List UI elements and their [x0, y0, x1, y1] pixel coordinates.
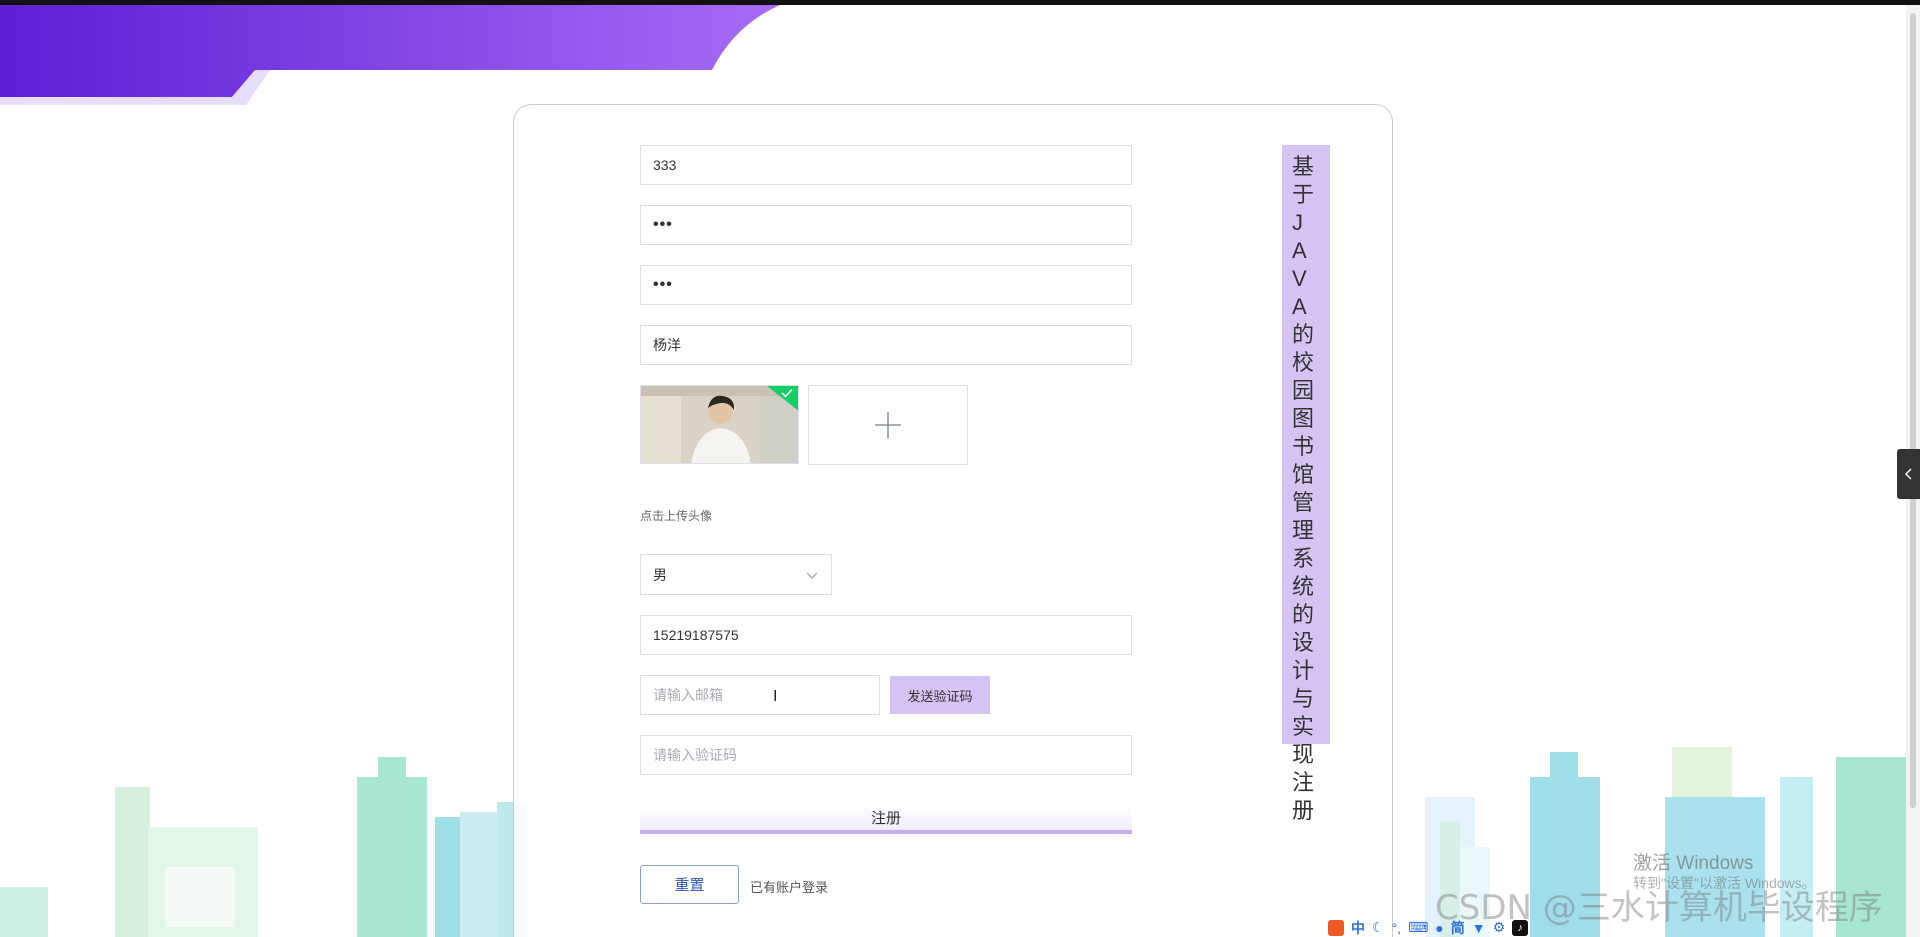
verification-code-input[interactable]: 请输入验证码: [640, 735, 1132, 775]
username-value: 333: [653, 157, 677, 173]
ime-simplified-mode[interactable]: 简: [1451, 918, 1465, 937]
register-button[interactable]: 注册: [640, 804, 1132, 834]
check-icon: [781, 388, 793, 398]
side-panel-toggle[interactable]: [1897, 449, 1920, 499]
login-link[interactable]: 已有账户登录: [750, 877, 828, 896]
name-value: 杨洋: [653, 337, 681, 353]
ime-tray: 中 ☾ °, ⌨ ● 简 ▼ ⚙ ♪: [1328, 918, 1529, 937]
upload-avatar-hint: 点击上传头像: [640, 509, 713, 523]
gear-icon[interactable]: ⚙: [1493, 919, 1506, 936]
plus-icon: [875, 412, 901, 438]
username-input[interactable]: 333: [640, 145, 1132, 185]
avatar-preview[interactable]: [640, 385, 799, 464]
password-input[interactable]: •••: [640, 205, 1132, 245]
code-placeholder: 请输入验证码: [653, 747, 737, 763]
email-placeholder: 请输入邮箱: [653, 687, 723, 703]
confirm-password-input[interactable]: •••: [640, 265, 1132, 305]
chevron-down-icon: [806, 572, 818, 579]
keyboard-icon[interactable]: ⌨: [1408, 919, 1428, 936]
text-cursor-icon: I: [773, 688, 778, 705]
user-icon[interactable]: ●: [1435, 920, 1443, 936]
ime-chinese-mode[interactable]: 中: [1351, 918, 1365, 937]
avatar-photo: [641, 386, 798, 463]
gender-select[interactable]: 男: [640, 554, 832, 595]
header-banner: [0, 5, 780, 105]
tiktok-icon[interactable]: ♪: [1512, 919, 1529, 936]
send-code-button[interactable]: 发送验证码: [890, 676, 990, 714]
register-label: 注册: [870, 809, 901, 827]
page-title: 基于JAVA的校园图书馆管理系统的设计与实现注册: [1282, 145, 1330, 823]
chevron-left-icon: [1904, 468, 1911, 480]
page-title-text: 基于JAVA的校园图书馆管理系统的设计与实现注册: [1292, 154, 1315, 823]
email-input[interactable]: 请输入邮箱: [640, 675, 880, 715]
ime-logo-icon[interactable]: [1328, 919, 1344, 936]
shirt-icon[interactable]: ▼: [1472, 920, 1486, 936]
phone-input[interactable]: 15219187575: [640, 615, 1132, 655]
confirm-password-mask: •••: [653, 276, 673, 293]
windows-activation-title: 激活 Windows: [1633, 853, 1754, 874]
password-mask: •••: [653, 216, 673, 233]
send-code-label: 发送验证码: [907, 688, 973, 704]
name-input[interactable]: 杨洋: [640, 325, 1132, 365]
avatar-upload-button[interactable]: [808, 385, 968, 465]
gender-value: 男: [653, 566, 667, 583]
reset-button[interactable]: 重置: [640, 865, 739, 904]
scrollbar-thumb[interactable]: [1910, 13, 1916, 808]
reset-label: 重置: [674, 877, 705, 894]
phone-value: 15219187575: [653, 627, 739, 643]
moon-icon[interactable]: ☾: [1372, 919, 1385, 936]
punctuation-icon[interactable]: °,: [1392, 920, 1402, 936]
